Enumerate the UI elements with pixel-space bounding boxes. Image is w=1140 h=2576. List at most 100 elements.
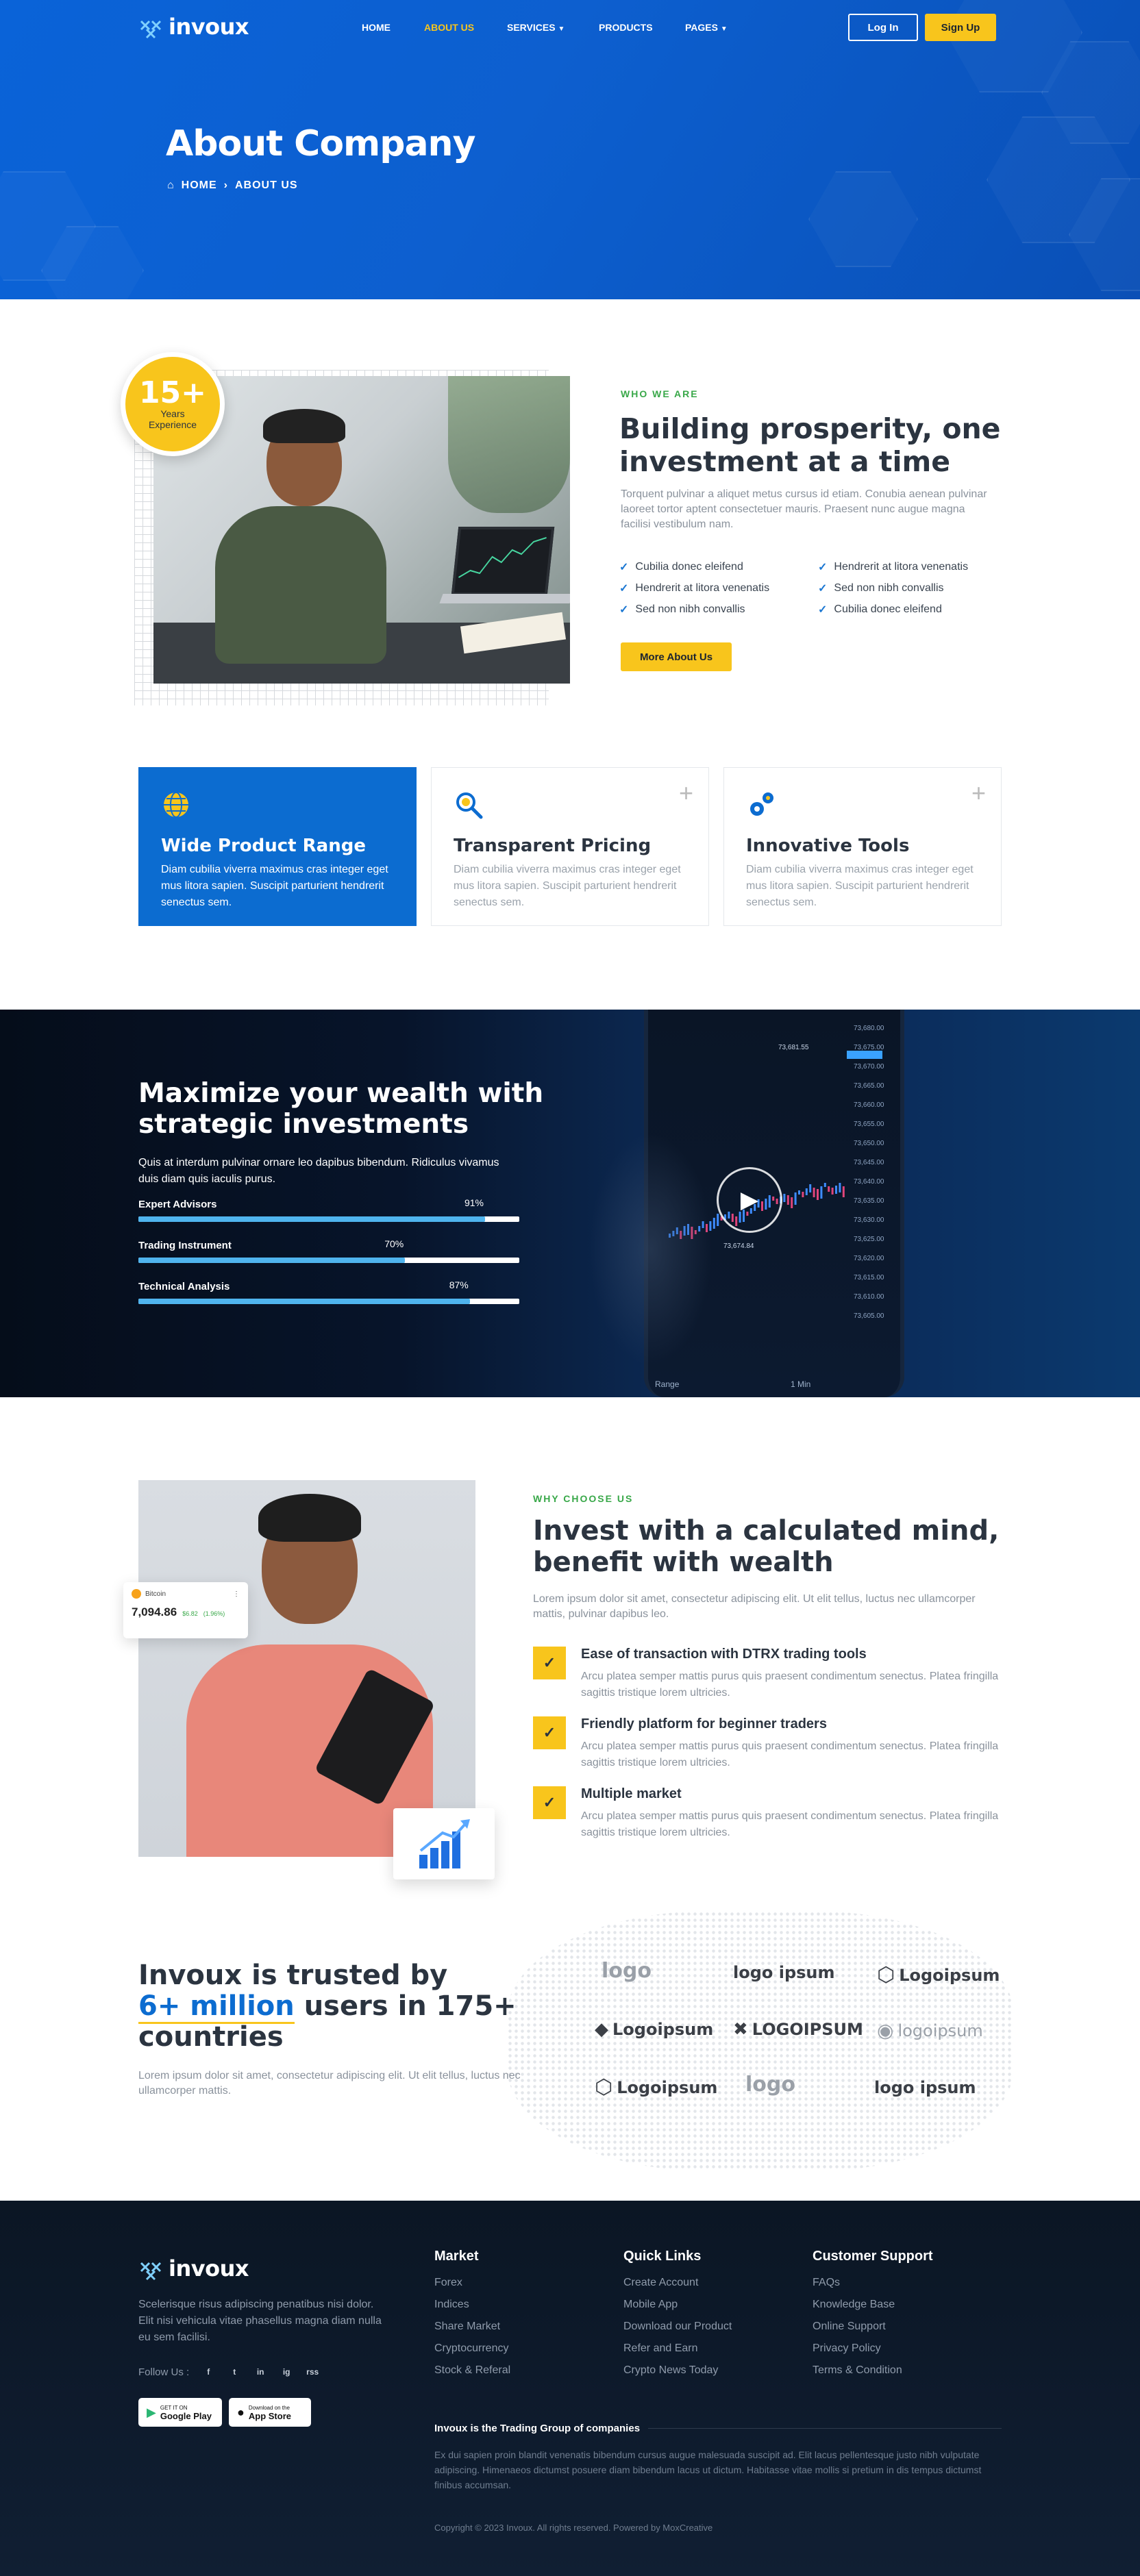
invest-feature-text: Arcu platea semper mattis purus quis pra… [581, 1810, 999, 1838]
plus-icon[interactable]: + [971, 779, 986, 808]
footer-link[interactable]: Cryptocurrency [434, 2342, 510, 2355]
footer-link[interactable]: Privacy Policy [813, 2342, 933, 2355]
growth-chart-icon [419, 1819, 470, 1868]
laptop-screen [451, 527, 555, 595]
nav-pages[interactable]: PAGES ▼ [685, 22, 728, 33]
nav-products[interactable]: PRODUCTS [599, 22, 653, 33]
group-heading-row: Invoux is the Trading Group of companies [434, 2423, 1002, 2434]
signup-button[interactable]: Sign Up [925, 14, 996, 41]
partner-logo: ⬡ Logoipsum [877, 1963, 1000, 1987]
instagram-icon[interactable]: ig [277, 2362, 296, 2381]
invest-feature-title: Ease of transaction with DTRX trading to… [581, 1647, 867, 1662]
chevron-right-icon: › [223, 179, 228, 191]
nav-services[interactable]: SERVICES ▼ [507, 22, 565, 33]
nav-about-us[interactable]: ABOUT US [424, 22, 474, 33]
phone-price-label: 73,665.00 [854, 1082, 884, 1090]
check-item: ✓ Hendrerit at litora venenatis [818, 560, 1003, 574]
footer-column-quick-links: Quick Links Create Account Mobile App Do… [623, 2249, 732, 2386]
wealth-title-line2: strategic investments [138, 1109, 469, 1140]
footer-link[interactable]: Terms & Condition [813, 2364, 933, 2377]
social-links: Follow Us : f t in ig rss [138, 2362, 322, 2381]
phone-price-label: 73,635.00 [854, 1197, 884, 1205]
footer-logo[interactable]: invoux [138, 2255, 249, 2281]
twitter-icon[interactable]: t [225, 2362, 244, 2381]
partner-logo: logo [602, 1959, 652, 1983]
phone-min-label: 1 Min [791, 1379, 811, 1389]
site-logo[interactable]: invoux [138, 14, 249, 40]
app-store-label: Download on the App Store [249, 2404, 291, 2421]
play-video-button[interactable]: ▶ [717, 1167, 782, 1233]
plus-icon[interactable]: + [679, 779, 693, 808]
footer-link[interactable]: Indices [434, 2299, 510, 2311]
breadcrumb-home[interactable]: HOME [182, 179, 217, 192]
phone-candle [835, 1186, 837, 1194]
footer-link[interactable]: Knowledge Base [813, 2299, 933, 2311]
phone-mid-price: 73,674.84 [723, 1242, 754, 1250]
person-body [215, 506, 386, 664]
crypto-price: 7,094.86 [132, 1605, 177, 1618]
feature-card-transparent-pricing[interactable]: + Transparent Pricing Diam cubilia viver… [431, 767, 709, 926]
circle-icon: ◉ [877, 2019, 894, 2042]
google-play-button[interactable]: ▶ GET IT ON Google Play [138, 2398, 222, 2427]
phone-candle [791, 1197, 793, 1208]
footer-link[interactable]: Download our Product [623, 2321, 732, 2333]
phone-candle [802, 1192, 804, 1197]
more-icon[interactable]: ⋮ [233, 1590, 240, 1598]
invest-feature-title: Friendly platform for beginner traders [581, 1716, 827, 1731]
footer-link[interactable]: Share Market [434, 2321, 510, 2333]
feature-card-innovative-tools[interactable]: + Innovative Tools Diam cubilia viverra … [723, 767, 1002, 926]
check-item-label: Sed non nibh convallis [635, 603, 745, 615]
phone-candle [831, 1188, 834, 1195]
breadcrumb: ⌂ HOME › ABOUT US [167, 179, 298, 192]
invest-title: Invest with a calculated mind, benefit w… [533, 1515, 999, 1578]
bitcoin-icon [132, 1589, 141, 1599]
check-item-label: Cubilia donec eleifend [834, 603, 942, 615]
phone-price-label: 73,655.00 [854, 1121, 884, 1128]
skill-bar-fill [138, 1258, 406, 1263]
footer-link[interactable]: Stock & Referal [434, 2364, 510, 2377]
phone-candle [813, 1188, 815, 1197]
feature-text: Diam cubilia viverra maximus cras intege… [454, 864, 681, 908]
more-about-button[interactable]: More About Us [621, 642, 732, 671]
footer-column-market: Market Forex Indices Share Market Crypto… [434, 2249, 510, 2386]
hex-decoration [808, 171, 918, 267]
facebook-icon[interactable]: f [199, 2362, 218, 2381]
person-hair [258, 1494, 361, 1542]
crypto-card: Bitcoin ⋮ 7,094.86 $6.82 (1.96%) [123, 1582, 248, 1638]
phone-candle [786, 1195, 789, 1205]
footer-link[interactable]: Crypto News Today [623, 2364, 732, 2377]
page-title: About Company [166, 123, 475, 164]
trusted-description: Lorem ipsum dolor sit amet, consectetur … [138, 2070, 521, 2097]
about-title-line2: investment at a time [619, 445, 951, 478]
footer-link[interactable]: Online Support [813, 2321, 933, 2333]
footer-link[interactable]: Refer and Earn [623, 2342, 732, 2355]
linkedin-icon[interactable]: in [251, 2362, 270, 2381]
footer-link[interactable]: FAQs [813, 2277, 933, 2289]
check-icon: ✓ [533, 1786, 566, 1819]
partner-logo-text: Logoipsum [612, 2020, 714, 2039]
store-big-text: App Store [248, 2411, 291, 2421]
app-store-button[interactable]: ● Download on the App Store [229, 2398, 311, 2427]
partner-logo-text: LOGOIPSUM [752, 2020, 863, 2039]
feature-card-wide-product[interactable]: Wide Product Range Diam cubilia viverra … [138, 767, 417, 926]
check-item-label: Sed non nibh convallis [834, 582, 944, 594]
about-checklist: ✓ Cubilia donec eleifend ✓ Hendrerit at li… [619, 560, 1003, 616]
nav-services-label: SERVICES [507, 22, 556, 33]
crypto-name: Bitcoin [145, 1590, 166, 1598]
search-icon [456, 792, 483, 819]
check-icon: ✓ [533, 1647, 566, 1679]
play-store-icon: ▶ [147, 2405, 156, 2419]
about-title: Building prosperity, one investment at a… [619, 412, 1000, 478]
footer-about: Scelerisque risus adipiscing penatibus n… [138, 2299, 382, 2343]
rss-icon[interactable]: rss [303, 2362, 322, 2381]
crypto-card-header: Bitcoin ⋮ [132, 1589, 240, 1599]
partner-logo: ⬡ Logoipsum [595, 2075, 717, 2099]
footer-link[interactable]: Forex [434, 2277, 510, 2289]
footer-link[interactable]: Mobile App [623, 2299, 732, 2311]
home-icon: ⌂ [167, 179, 175, 191]
footer-link[interactable]: Create Account [623, 2277, 732, 2289]
login-button[interactable]: Log In [848, 14, 918, 41]
logo-icon [140, 2262, 162, 2281]
logo-text: invoux [169, 2255, 249, 2281]
nav-home[interactable]: HOME [362, 22, 391, 33]
